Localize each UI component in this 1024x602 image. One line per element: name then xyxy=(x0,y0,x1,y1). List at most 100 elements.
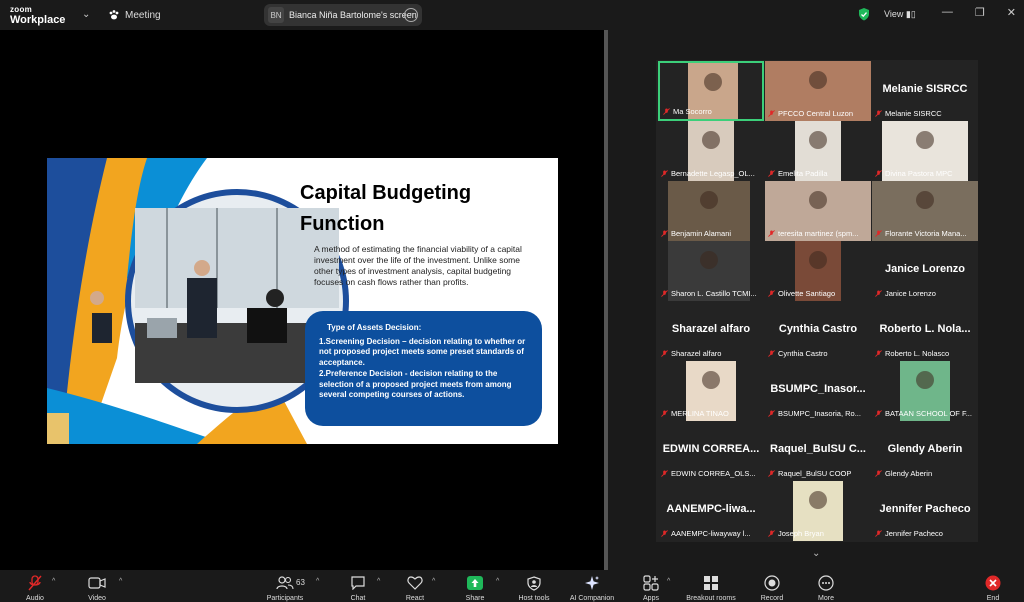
participant-tile[interactable]: Divina Pastora MPC xyxy=(872,121,978,181)
participant-tile[interactable]: teresita martinez (spm... xyxy=(765,181,871,241)
participant-tile[interactable]: Cynthia Castro Cynthia Castro xyxy=(765,301,871,361)
apps-options-caret[interactable]: ^ xyxy=(667,578,670,585)
meeting-menu[interactable]: Meeting xyxy=(108,9,161,21)
participant-tile[interactable]: EDWIN CORREA... EDWIN CORREA_OLS... xyxy=(658,421,764,481)
participant-label: Cynthia Castro xyxy=(768,349,868,358)
participant-label: Glendy Aberin xyxy=(875,469,975,478)
participant-face xyxy=(916,371,934,389)
heart-icon xyxy=(407,576,423,590)
participant-tile[interactable]: Emelita Padilla xyxy=(765,121,871,181)
mic-muted-icon xyxy=(875,350,882,357)
brand-large: Workplace xyxy=(10,14,66,26)
audio-options-caret[interactable]: ^ xyxy=(52,578,55,585)
participant-face xyxy=(809,191,827,209)
participant-tile[interactable]: BATAAN SCHOOL OF F... xyxy=(872,361,978,421)
react-label: React xyxy=(405,595,425,602)
slide-title-line1: Capital Budgeting xyxy=(300,182,472,204)
mic-muted-icon xyxy=(768,290,775,297)
mic-muted-icon xyxy=(875,290,882,297)
end-call-icon xyxy=(985,575,1001,591)
record-label: Record xyxy=(760,595,784,602)
participant-face xyxy=(809,131,827,149)
participant-tile[interactable]: Glendy Aberin Glendy Aberin xyxy=(872,421,978,481)
screen-share-indicator[interactable]: BN Bianca Niña Bartolome's screen ··· xyxy=(264,4,422,26)
title-bar: zoom Workplace ⌄ Meeting BN Bianca Niña … xyxy=(0,0,1024,30)
slide-title-line2: Function xyxy=(300,213,385,235)
preference-decision: 2.Preference Decision - decision relatin… xyxy=(319,369,512,399)
participant-tile[interactable]: Ma Socorro xyxy=(658,61,764,121)
participant-tile[interactable]: AANEMPC-liwa... AANEMPC-liwayway l... xyxy=(658,481,764,541)
more-button[interactable]: More xyxy=(801,575,851,602)
ai-companion-button[interactable]: AI Companion xyxy=(567,575,617,602)
mic-muted-icon xyxy=(768,530,775,537)
participant-tile[interactable]: Janice Lorenzo Janice Lorenzo xyxy=(872,241,978,301)
shield-check-icon[interactable] xyxy=(858,8,870,21)
decision-types-box: Type of Assets Decision: 1.Screening Dec… xyxy=(305,311,542,426)
decision-heading: Type of Assets Decision: xyxy=(327,323,422,332)
participant-face xyxy=(916,131,934,149)
host-tools-button[interactable]: Host tools xyxy=(509,575,559,602)
participant-label: MERLINA TINAO xyxy=(661,409,761,418)
participant-name: Emelita Padilla xyxy=(778,169,828,178)
video-button[interactable]: Video xyxy=(72,575,122,602)
participant-face xyxy=(809,491,827,509)
participant-tile[interactable]: Jennifer Pacheco Jennifer Pacheco xyxy=(872,481,978,541)
participant-tile[interactable]: Sharon L. Castillo TCMI... xyxy=(658,241,764,301)
host-tools-label: Host tools xyxy=(518,595,550,602)
participant-tile[interactable]: Bernadette Legasp_OL... xyxy=(658,121,764,181)
restore-icon[interactable]: ❐ xyxy=(975,6,985,19)
participant-tile[interactable]: MERLINA TINAO xyxy=(658,361,764,421)
record-button[interactable]: Record xyxy=(747,575,797,602)
participant-name-big: Raquel_BulSU C... xyxy=(770,443,866,455)
participant-tile[interactable]: Melanie SISRCC Melanie SISRCC xyxy=(872,61,978,121)
react-options-caret[interactable]: ^ xyxy=(432,578,435,585)
gallery-scroll-down-icon[interactable]: ⌄ xyxy=(812,548,820,559)
participant-tile[interactable]: Sharazel alfaro Sharazel alfaro xyxy=(658,301,764,361)
view-button[interactable]: View ▮▯ xyxy=(884,9,916,20)
video-options-caret[interactable]: ^ xyxy=(119,578,122,585)
participant-tile[interactable]: Joseph Bryan xyxy=(765,481,871,541)
share-button[interactable]: Share xyxy=(450,575,500,602)
screening-decision: 1.Screening Decision – decision relating… xyxy=(319,336,526,367)
participant-name: Olivette Santiago xyxy=(778,289,836,298)
share-options-caret[interactable]: ^ xyxy=(496,578,499,585)
end-meeting-button[interactable]: End xyxy=(968,575,1018,602)
chat-options-caret[interactable]: ^ xyxy=(377,578,380,585)
mic-muted-icon xyxy=(661,530,668,537)
close-icon[interactable]: ✕ xyxy=(1007,6,1016,19)
participant-label: Florante Victoria Mana... xyxy=(875,229,975,238)
participant-label: Melanie SISRCC xyxy=(875,109,975,118)
participant-tile[interactable]: PFCCO Central Luzon xyxy=(765,61,871,121)
meeting-toolbar: Audio ^ Video ^ Participants 63 ^ Chat ^… xyxy=(0,570,1024,602)
participant-tile[interactable]: Olivette Santiago xyxy=(765,241,871,301)
participant-tile[interactable]: Benjamin Alamani xyxy=(658,181,764,241)
breakout-rooms-button[interactable]: Breakout rooms xyxy=(686,575,736,602)
paw-icon xyxy=(109,10,119,20)
host-shield-icon xyxy=(527,575,541,591)
participant-tile[interactable]: Roberto L. Nola... Roberto L. Nolasco xyxy=(872,301,978,361)
mic-muted-icon xyxy=(768,470,775,477)
participant-face xyxy=(704,73,722,91)
chat-button[interactable]: Chat xyxy=(333,575,383,602)
participants-count: 63 xyxy=(296,578,305,587)
chevron-down-icon[interactable]: ⌄ xyxy=(82,9,90,20)
apps-label: Apps xyxy=(643,595,659,602)
minimize-icon[interactable]: — xyxy=(942,6,953,19)
participant-label: EDWIN CORREA_OLS... xyxy=(661,469,761,478)
participant-tile[interactable]: Raquel_BulSU C... Raquel_BulSU COOP xyxy=(765,421,871,481)
participant-label: Roberto L. Nolasco xyxy=(875,349,975,358)
mic-muted-icon xyxy=(663,108,670,115)
more-options-icon[interactable]: ··· xyxy=(404,8,418,22)
mic-muted-icon xyxy=(28,575,42,591)
participant-name: Glendy Aberin xyxy=(885,469,933,478)
participant-label: AANEMPC-liwayway l... xyxy=(661,529,761,538)
participants-options-caret[interactable]: ^ xyxy=(316,578,319,585)
participant-face xyxy=(809,251,827,269)
participant-name-big: Melanie SISRCC xyxy=(882,83,968,95)
participant-tile[interactable]: BSUMPC_Inasor... BSUMPC_Inasoria, Ro... xyxy=(765,361,871,421)
mic-muted-icon xyxy=(661,290,668,297)
video-label: Video xyxy=(88,595,106,602)
more-label: More xyxy=(818,595,834,602)
participant-tile[interactable]: Florante Victoria Mana... xyxy=(872,181,978,241)
audio-label: Audio xyxy=(26,595,44,602)
